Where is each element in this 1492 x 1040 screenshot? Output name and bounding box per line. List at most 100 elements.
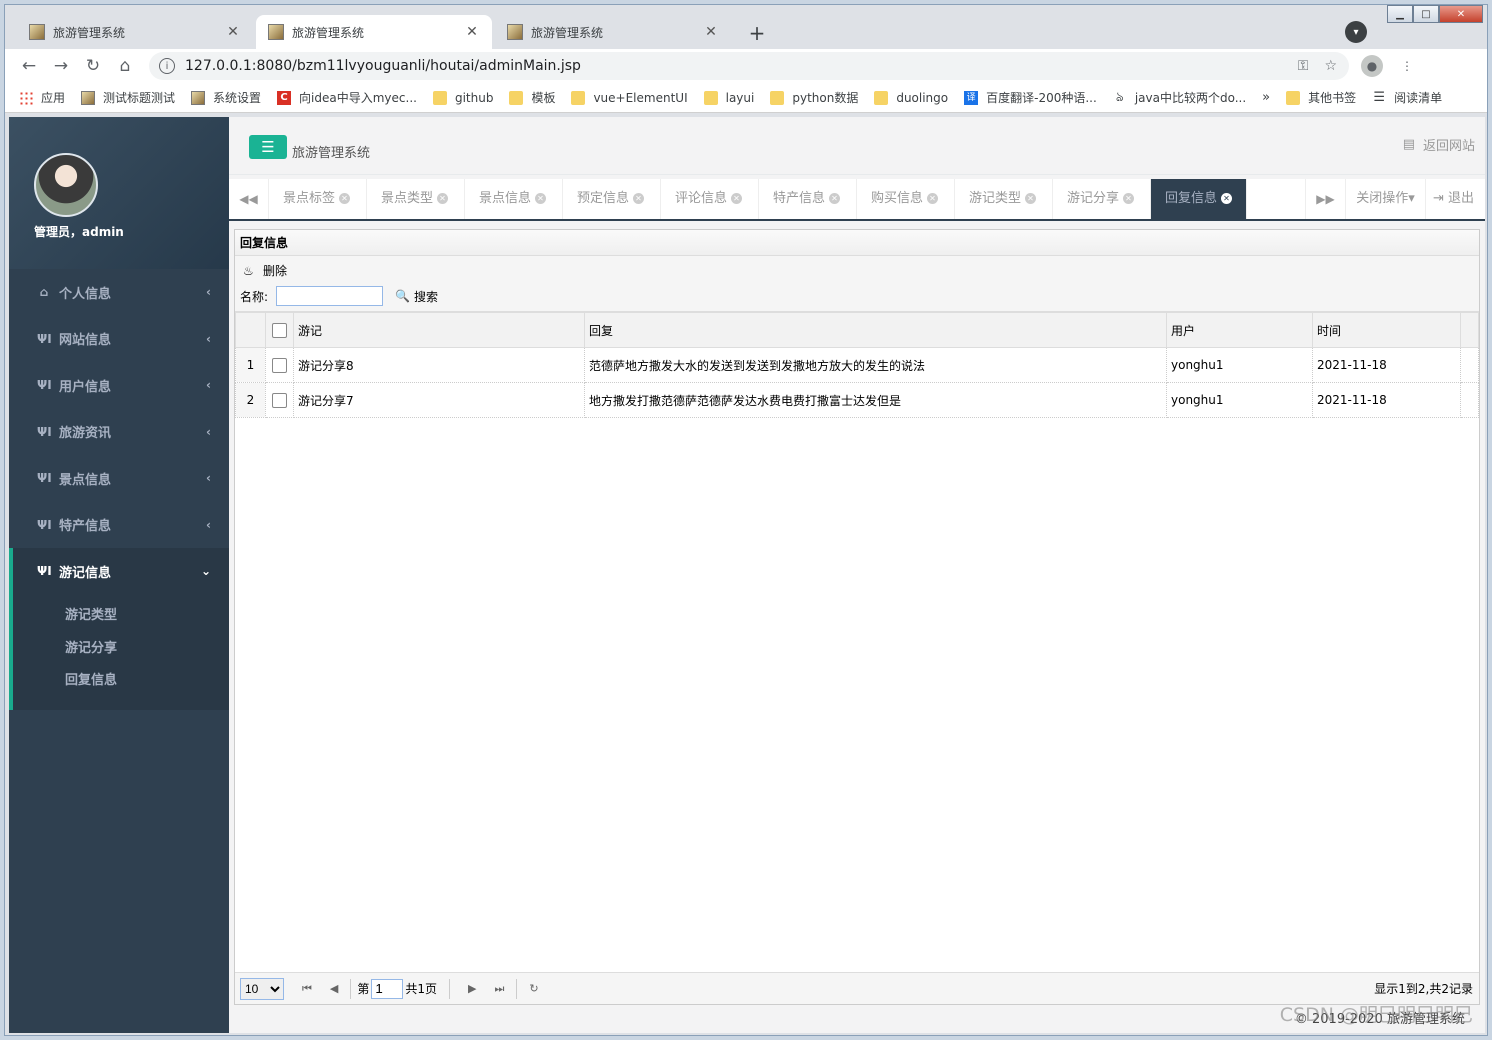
tab-bookings[interactable]: 预定信息 ✕ bbox=[563, 179, 661, 219]
tab-purchases[interactable]: 购买信息 ✕ bbox=[857, 179, 955, 219]
name-search-input[interactable] bbox=[276, 286, 384, 306]
close-icon[interactable]: ✕ bbox=[535, 193, 547, 204]
sidebar-item-users[interactable]: ΨΙ 用户信息 ‹ bbox=[9, 362, 229, 409]
address-bar[interactable]: i 127.0.0.1:8080/bzm11lvyouguanli/houtai… bbox=[149, 52, 1349, 80]
back-to-site-link[interactable]: ▤ 返回网站 bbox=[1403, 135, 1475, 154]
column-header-reply[interactable]: 回复 bbox=[584, 312, 1167, 348]
tab-replies[interactable]: 回复信息 ✕ bbox=[1151, 179, 1247, 219]
select-all-checkbox[interactable] bbox=[265, 312, 294, 348]
minimize-button[interactable]: ▁ bbox=[1387, 5, 1413, 23]
search-button[interactable]: 🔍 搜索 bbox=[395, 288, 438, 305]
delete-button[interactable]: ♨ 删除 bbox=[243, 262, 287, 279]
profile-avatar-icon[interactable]: ● bbox=[1361, 55, 1383, 77]
key-icon[interactable]: ⚿ bbox=[1298, 58, 1309, 74]
tab-note-types[interactable]: 游记类型 ✕ bbox=[955, 179, 1053, 219]
cell-user: yonghu1 bbox=[1166, 347, 1313, 383]
table-row[interactable]: 2 游记分享7 地方撒发打撒范德萨范德萨发达水费电费打撒富士达发但是 yongh… bbox=[235, 382, 1479, 418]
site-info-icon[interactable]: i bbox=[159, 58, 175, 74]
bookmark-folder[interactable]: duolingo bbox=[874, 90, 948, 105]
sidebar-item-news[interactable]: ΨΙ 旅游资讯 ‹ bbox=[9, 409, 229, 456]
bookmark-folder[interactable]: layui bbox=[703, 90, 754, 105]
bookmark-folder[interactable]: vue+ElementUI bbox=[571, 90, 688, 105]
cell-reply: 范德萨地方撒发大水的发送到发送到发撒地方放大的发生的说法 bbox=[584, 347, 1167, 383]
close-icon[interactable]: ✕ bbox=[1025, 193, 1037, 204]
close-icon[interactable]: ✕ bbox=[1123, 193, 1135, 204]
logout-button[interactable]: ⇥ 退出 bbox=[1425, 179, 1481, 219]
sidebar-item-spots[interactable]: ΨΙ 景点信息 ‹ bbox=[9, 455, 229, 502]
sidebar-subitem-note-types[interactable]: 游记类型 bbox=[13, 600, 229, 633]
close-operations-dropdown[interactable]: 关闭操作▾ bbox=[1345, 179, 1425, 219]
page-size-select[interactable]: 10 bbox=[240, 977, 284, 1000]
sidebar-item-travel-notes[interactable]: ΨΙ 游记信息 ⌄ bbox=[9, 548, 229, 594]
tab-specialties[interactable]: 特产信息 ✕ bbox=[759, 179, 857, 219]
window-close-button[interactable]: ✕ bbox=[1439, 5, 1483, 23]
tab-search-icon[interactable]: ▾ bbox=[1345, 21, 1367, 43]
bookmark-item[interactable]: 测试标题测试 bbox=[81, 89, 175, 106]
tab-spot-types[interactable]: 景点类型 ✕ bbox=[367, 179, 465, 219]
reading-list[interactable]: ☰ 阅读清单 bbox=[1372, 89, 1442, 106]
avatar[interactable] bbox=[34, 153, 98, 217]
close-icon[interactable]: ✕ bbox=[927, 193, 939, 204]
new-tab-button[interactable]: + bbox=[743, 19, 771, 47]
close-icon[interactable]: ✕ bbox=[339, 193, 351, 204]
close-icon[interactable]: ✕ bbox=[1221, 193, 1233, 204]
maximize-button[interactable]: □ bbox=[1413, 5, 1439, 23]
content-tabs-bar: ◀◀ 景点标签 ✕ 景点类型 ✕ 景点信息 ✕ 预定信息 ✕ 评论信息 ✕ 特产信息 ✕ 购… bbox=[229, 179, 1485, 221]
other-bookmarks[interactable]: 其他书签 bbox=[1286, 89, 1356, 106]
close-icon[interactable]: ✕ bbox=[437, 193, 449, 204]
browser-window: 旅游管理系统 ✕ 旅游管理系统 ✕ 旅游管理系统 ✕ + ▾ ▁ □ ✕ ← →… bbox=[4, 4, 1488, 1036]
next-page-icon[interactable]: ▶ bbox=[468, 982, 476, 995]
row-checkbox[interactable] bbox=[265, 347, 294, 383]
bookmark-folder[interactable]: 模板 bbox=[509, 89, 555, 106]
sidebar-subitem-replies[interactable]: 回复信息 bbox=[13, 665, 229, 698]
bookmark-item[interactable]: 译百度翻译-200种语... bbox=[964, 89, 1097, 106]
column-header-time[interactable]: 时间 bbox=[1312, 312, 1461, 348]
home-icon[interactable]: ⌂ bbox=[109, 56, 141, 76]
close-icon[interactable]: ✕ bbox=[464, 24, 480, 40]
star-icon[interactable]: ☆ bbox=[1324, 58, 1337, 74]
sidebar-subitem-note-share[interactable]: 游记分享 bbox=[13, 633, 229, 666]
back-arrow-icon[interactable]: ← bbox=[13, 56, 45, 76]
tab-spot-tags[interactable]: 景点标签 ✕ bbox=[269, 179, 367, 219]
reload-icon[interactable]: ↻ bbox=[77, 56, 109, 76]
bookmark-item[interactable]: C 向idea中导入myec... bbox=[277, 89, 417, 106]
prev-page-icon[interactable]: ◀ bbox=[330, 982, 338, 995]
tabs-scroll-right-button[interactable]: ▶▶ bbox=[1305, 179, 1345, 219]
bookmarks-overflow-button[interactable]: » bbox=[1262, 90, 1270, 105]
browser-tab-active[interactable]: 旅游管理系统 ✕ bbox=[256, 15, 492, 49]
tab-spot-info[interactable]: 景点信息 ✕ bbox=[465, 179, 563, 219]
sidebar-item-website[interactable]: ΨΙ 网站信息 ‹ bbox=[9, 316, 229, 363]
more-menu-icon[interactable]: ⋮ bbox=[1401, 59, 1413, 73]
bookmark-item[interactable]: ঌ java中比较两个do... bbox=[1113, 89, 1246, 106]
column-header-user[interactable]: 用户 bbox=[1166, 312, 1313, 348]
close-icon[interactable]: ✕ bbox=[829, 193, 841, 204]
first-page-icon[interactable]: ⏮ bbox=[302, 982, 312, 996]
browser-tab[interactable]: 旅游管理系统 ✕ bbox=[17, 15, 253, 49]
browser-tab-title: 旅游管理系统 bbox=[292, 25, 365, 40]
close-icon[interactable]: ✕ bbox=[731, 193, 743, 204]
forward-arrow-icon[interactable]: → bbox=[45, 56, 77, 76]
browser-tab[interactable]: 旅游管理系统 ✕ bbox=[495, 15, 731, 49]
refresh-icon[interactable]: ↻ bbox=[529, 982, 538, 995]
close-icon[interactable]: ✕ bbox=[633, 193, 645, 204]
tabs-scroll-left-button[interactable]: ◀◀ bbox=[229, 179, 269, 219]
top-navbar: ☰ 旅游管理系统 ▤ 返回网站 bbox=[229, 117, 1485, 175]
tab-comments[interactable]: 评论信息 ✕ bbox=[661, 179, 759, 219]
page-number-input[interactable] bbox=[371, 978, 404, 999]
last-page-icon[interactable]: ⏭ bbox=[495, 982, 505, 996]
close-icon[interactable]: ✕ bbox=[225, 24, 241, 40]
sidebar-item-specialties[interactable]: ΨΙ 特产信息 ‹ bbox=[9, 502, 229, 549]
menu-toggle-button[interactable]: ☰ bbox=[249, 135, 287, 159]
bookmark-item[interactable]: 应用 bbox=[19, 89, 65, 106]
table-row[interactable]: 1 游记分享8 范德萨地方撒发大水的发送到发送到发撒地方放大的发生的说法 yon… bbox=[235, 347, 1479, 383]
cutlery-icon: ΨΙ bbox=[37, 378, 52, 393]
tab-note-share[interactable]: 游记分享 ✕ bbox=[1053, 179, 1151, 219]
column-header-travel-note[interactable]: 游记 bbox=[293, 312, 585, 348]
sidebar-item-personal[interactable]: ⌂ 个人信息 ‹ bbox=[9, 269, 229, 316]
close-icon[interactable]: ✕ bbox=[703, 24, 719, 40]
bookmark-item[interactable]: 系统设置 bbox=[191, 89, 261, 106]
bookmark-folder[interactable]: github bbox=[432, 90, 493, 105]
current-user[interactable]: 管理员，admin bbox=[34, 223, 124, 240]
row-checkbox[interactable] bbox=[265, 382, 294, 418]
bookmark-folder[interactable]: python数据 bbox=[770, 89, 858, 106]
